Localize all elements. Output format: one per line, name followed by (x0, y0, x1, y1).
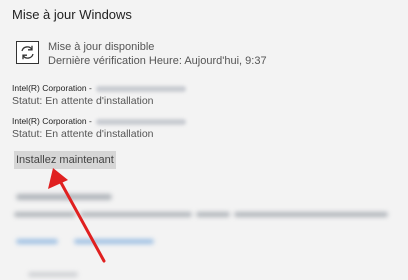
annotation-arrow (48, 168, 106, 263)
